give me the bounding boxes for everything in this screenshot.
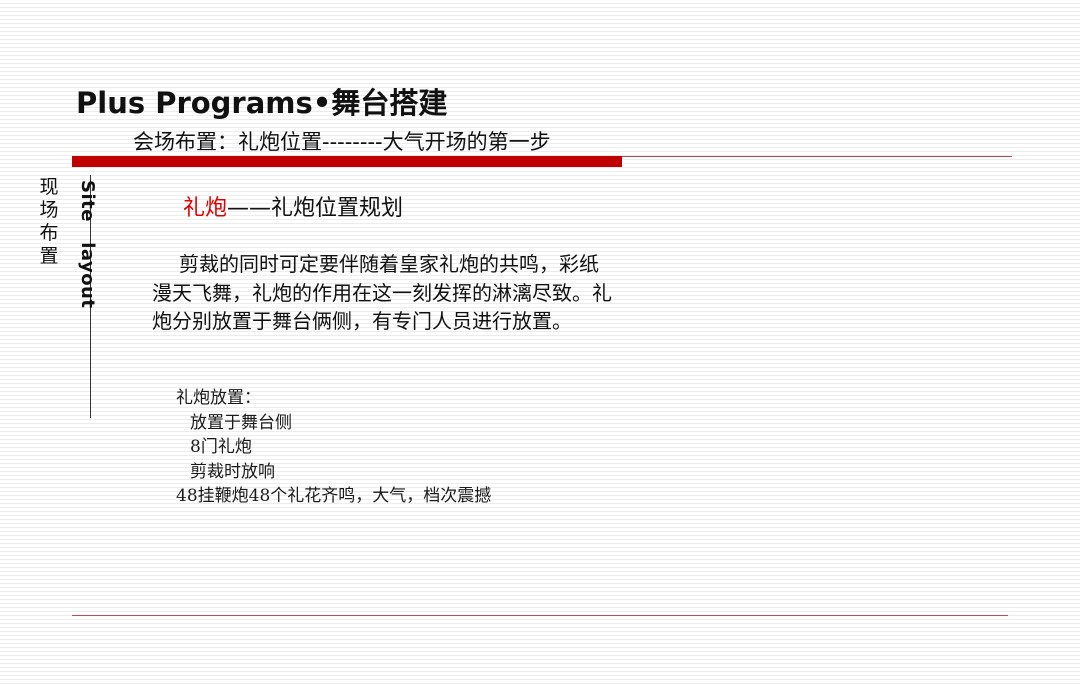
- list-item: 剪裁时放响: [190, 461, 275, 482]
- list-item: 放置于舞台侧: [190, 412, 292, 433]
- page-title: Plus Programs•舞台搭建: [76, 86, 448, 120]
- section-heading-highlight: 礼炮: [183, 196, 228, 221]
- page-subtitle: 会场布置：礼炮位置--------大气开场的第一步: [133, 130, 551, 154]
- section-heading-text: ——礼炮位置规划: [227, 196, 404, 221]
- section-paragraph: 剪裁的同时可定要伴随着皇家礼炮的共鸣，彩纸漫天飞舞，礼炮的作用在这一刻发挥的淋漓…: [152, 252, 612, 333]
- header-red-bar: [72, 156, 622, 167]
- placement-list-label: 礼炮放置：: [176, 388, 261, 408]
- section-heading: 礼炮——礼炮位置规划: [183, 190, 403, 222]
- header-divider-line: [622, 156, 1012, 157]
- list-item: 48挂鞭炮48个礼花齐鸣，大气，档次震撼: [176, 486, 492, 506]
- placement-list: 礼炮放置： 放置于舞台侧 8门礼炮 剪裁时放响 48挂鞭炮48个礼花齐鸣，大气，…: [176, 386, 491, 509]
- sidebar-label-english: Site layout: [77, 180, 98, 309]
- footer-divider-line: [72, 615, 1008, 616]
- list-item: 8门礼炮: [190, 437, 252, 457]
